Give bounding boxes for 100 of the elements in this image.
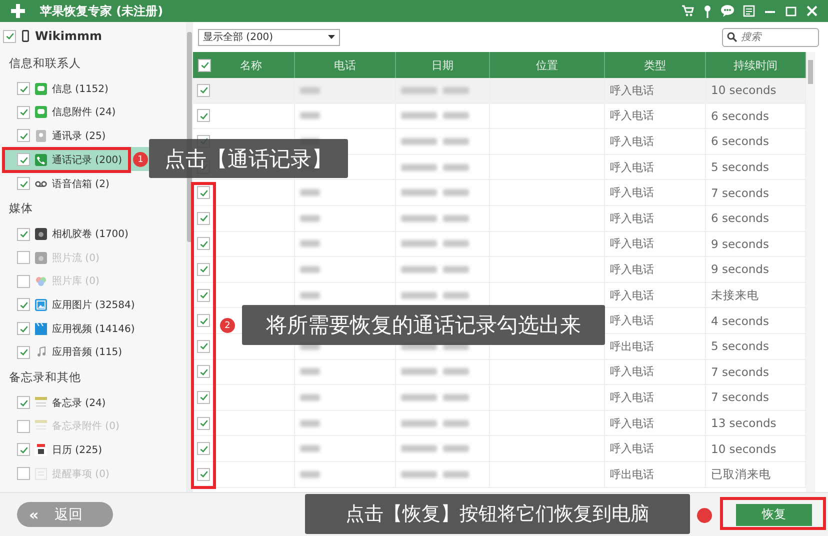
table-cell: 已取消来电 bbox=[711, 466, 771, 482]
table-row[interactable]: 呼入电话 6 seconds bbox=[193, 104, 806, 130]
table-row[interactable]: 呼入电话 7 seconds bbox=[193, 360, 806, 386]
column-header[interactable]: 名称 bbox=[240, 58, 262, 72]
checkmark-icon bbox=[198, 85, 208, 96]
blurred-text bbox=[300, 112, 320, 120]
checkbox[interactable] bbox=[17, 106, 30, 119]
sidebar-item[interactable]: 通讯录 (25) bbox=[0, 124, 121, 148]
checkbox[interactable] bbox=[197, 109, 210, 122]
checkbox[interactable] bbox=[17, 129, 30, 142]
sidebar-item[interactable]: 通话记录 (200) bbox=[2, 146, 131, 173]
sidebar-item[interactable]: 信息 (1152) bbox=[0, 77, 121, 101]
checkbox[interactable] bbox=[17, 153, 30, 166]
photos-icon bbox=[35, 275, 47, 288]
blurred-text bbox=[300, 368, 320, 376]
caret-icon bbox=[328, 35, 335, 39]
sidebar-item[interactable]: 应用音频 (115) bbox=[0, 340, 126, 364]
blurred-text bbox=[443, 368, 469, 376]
checkbox[interactable] bbox=[197, 237, 210, 250]
checkmark-icon bbox=[198, 469, 208, 480]
checkbox[interactable] bbox=[17, 322, 30, 336]
checkbox[interactable] bbox=[3, 30, 16, 42]
checkbox[interactable] bbox=[17, 420, 30, 433]
checkmark-icon bbox=[18, 130, 28, 141]
checkbox[interactable] bbox=[198, 58, 211, 72]
checkmark-icon bbox=[198, 290, 208, 300]
checkbox[interactable] bbox=[197, 442, 210, 456]
checkbox[interactable] bbox=[197, 416, 210, 430]
table-row[interactable]: 呼入电话 9 seconds bbox=[193, 232, 806, 258]
checkbox[interactable] bbox=[17, 177, 30, 190]
scrollbar[interactable] bbox=[806, 52, 815, 492]
sidebar-item[interactable]: 信息附件 (24) bbox=[0, 100, 121, 124]
checkbox[interactable] bbox=[17, 467, 30, 480]
close-icon[interactable] bbox=[806, 5, 818, 17]
column-header[interactable]: 日期 bbox=[432, 58, 454, 72]
table-row[interactable]: 呼入电话 7 seconds bbox=[193, 180, 806, 206]
blurred-text bbox=[300, 189, 320, 196]
key-icon[interactable] bbox=[703, 4, 712, 18]
sidebar-item[interactable]: 相机胶卷 (1700) bbox=[0, 222, 132, 246]
table-row[interactable]: 呼入电话 13 seconds bbox=[193, 410, 806, 436]
checkbox[interactable] bbox=[17, 298, 30, 312]
table-cell: 呼入电话 bbox=[610, 416, 654, 431]
blurred-text bbox=[300, 420, 320, 427]
list-icon[interactable] bbox=[743, 5, 755, 17]
chat-icon[interactable] bbox=[721, 5, 734, 17]
blurred-text bbox=[401, 292, 437, 299]
table-cell: 9 seconds bbox=[711, 236, 769, 251]
checkmark-icon bbox=[18, 347, 28, 358]
filter-dropdown[interactable]: 显示全部 (200) bbox=[198, 28, 340, 46]
checkbox[interactable] bbox=[197, 365, 210, 378]
table-cell: 呼入电话 bbox=[610, 262, 654, 277]
sidebar-item[interactable]: 应用图片 (32584) bbox=[0, 293, 138, 317]
table-cell: 呼入电话 bbox=[610, 288, 654, 303]
column-header[interactable]: 持续时间 bbox=[734, 58, 778, 72]
sidebar-item[interactable]: 语音信箱 (2) bbox=[0, 172, 121, 196]
checkbox[interactable] bbox=[17, 443, 30, 456]
checkmark-icon bbox=[198, 444, 208, 454]
checkmark-icon bbox=[198, 316, 208, 326]
table-cell: 呼入电话 bbox=[610, 441, 654, 456]
table-row[interactable]: 呼入电话 6 seconds bbox=[193, 206, 806, 232]
cart-icon[interactable] bbox=[682, 5, 694, 17]
table-cell: 13 seconds bbox=[711, 416, 776, 430]
checkbox[interactable] bbox=[197, 212, 210, 225]
checkbox[interactable] bbox=[197, 390, 210, 404]
recover-button[interactable]: 恢复 bbox=[736, 504, 812, 526]
column-header[interactable]: 类型 bbox=[644, 58, 666, 72]
checkbox[interactable] bbox=[197, 262, 210, 276]
group-heading: 媒体 bbox=[8, 200, 34, 218]
maximize-icon[interactable] bbox=[785, 5, 797, 17]
sidebar-item[interactable]: 备忘录 (24) bbox=[0, 390, 121, 415]
search-field[interactable]: 搜索 bbox=[722, 28, 819, 46]
sidebar-item[interactable]: 日历 (225) bbox=[0, 438, 121, 462]
table-row[interactable]: 呼入电话 10 seconds bbox=[193, 78, 806, 104]
table-cell: 呼入电话 bbox=[610, 390, 654, 405]
checkbox[interactable] bbox=[17, 82, 30, 96]
table-row[interactable]: 呼入电话 7 seconds bbox=[193, 385, 806, 411]
blurred-text bbox=[443, 138, 469, 145]
blurred-text bbox=[300, 266, 320, 273]
checkbox[interactable] bbox=[17, 274, 30, 288]
table-cell: 5 seconds bbox=[711, 160, 769, 174]
blurred-text bbox=[401, 86, 437, 94]
checkbox[interactable] bbox=[197, 314, 210, 328]
checkbox[interactable] bbox=[17, 346, 30, 359]
sidebar-item[interactable]: 应用视频 (14146) bbox=[0, 316, 138, 340]
table-row[interactable]: 呼入电话 10 seconds bbox=[193, 436, 806, 462]
calendar-icon bbox=[35, 444, 47, 456]
table-row[interactable]: 呼入电话 9 seconds bbox=[193, 257, 806, 283]
table-cell: 10 seconds bbox=[711, 442, 776, 456]
checkbox[interactable] bbox=[17, 396, 30, 410]
column-header[interactable]: 电话 bbox=[334, 58, 356, 72]
checkbox[interactable] bbox=[197, 84, 210, 97]
checkbox[interactable] bbox=[17, 228, 30, 241]
checkbox[interactable] bbox=[197, 186, 210, 200]
checkbox[interactable] bbox=[197, 340, 210, 353]
group-heading: 信息和联系人 bbox=[8, 55, 82, 72]
checkbox[interactable] bbox=[197, 468, 210, 481]
checkbox[interactable] bbox=[197, 288, 210, 302]
column-header[interactable]: 位置 bbox=[536, 58, 558, 72]
blurred-text bbox=[443, 420, 469, 427]
checkbox[interactable] bbox=[17, 251, 30, 264]
